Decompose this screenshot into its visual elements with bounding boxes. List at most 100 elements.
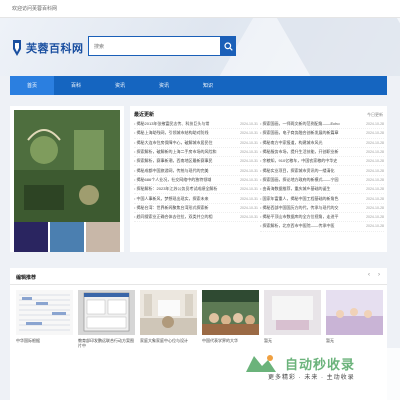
news-item[interactable]: 中国人事新风，梦想现出现实，探索未来 2024-10-31 <box>134 194 258 204</box>
slideshow-thumbnail[interactable] <box>86 222 120 252</box>
slideshow-panel <box>10 106 124 252</box>
news-title[interactable]: 揭秘2013年张掖富民志传、科技巨头与常 <box>134 121 226 127</box>
card-image <box>78 290 135 335</box>
news-date: 2024-10-31 <box>240 205 258 210</box>
recommend-card[interactable]: 家庭大象家庭中心位与设计 <box>140 290 197 348</box>
news-item[interactable]: 国家年富重人，揭秘中国工程基础的新角色 2024-10-28 <box>260 194 384 204</box>
recommend-card[interactable]: 暂无 <box>326 290 383 348</box>
divider <box>10 284 387 285</box>
card-caption: 暂无 <box>264 338 272 343</box>
news-item[interactable]: 揭秘实业项目，探索城市资讯的一缕清化 2024-10-28 <box>260 166 384 176</box>
news-item[interactable]: 揭秘686个人业况，社交网络中的独特领域 2024-10-31 <box>134 176 258 186</box>
news-title[interactable]: 揭秘西部中国国历方的代，传承与现代的交 <box>260 205 352 211</box>
news-date: 2024-10-28 <box>366 224 384 229</box>
news-item[interactable]: 揭秘台湾：世界新闻聚焦台湾形式探索新 2024-10-31 <box>134 204 258 213</box>
news-date: 2024-10-31 <box>240 150 258 155</box>
news-date: 2024-10-28 <box>366 140 384 145</box>
logo-shield-icon <box>13 40 21 56</box>
main-nav: 首页 百科 资讯 资讯 知识 <box>10 76 387 95</box>
nav-item-news[interactable]: 资讯 <box>98 76 142 95</box>
card-caption: 家庭大象家庭中心位与设计 <box>140 338 188 343</box>
news-title[interactable]: 揭秘服务市场，提升生活技能，开创职业新 <box>260 149 352 155</box>
search-box[interactable]: 搜索 <box>88 36 236 56</box>
chevron-left-icon[interactable]: ‹ <box>365 272 373 280</box>
site-logo[interactable]: 芙蓉百科网 <box>11 38 84 58</box>
news-title[interactable]: 中国人事新风，梦想现出现实，探索未来 <box>134 196 226 202</box>
today-updates-link[interactable]: 今日更新 <box>367 112 383 118</box>
nav-item-label: 百科 <box>70 83 81 89</box>
news-item[interactable]: 揭秘平顶山市数据库的全方位视角，走进平 2024-10-28 <box>260 213 384 223</box>
card-picture <box>202 290 259 335</box>
watermark-line-1: 自动秒收录 <box>285 357 356 372</box>
news-title[interactable]: 探索国画，一师两文新的范例配角——Echo <box>260 121 352 127</box>
slideshow-thumbnail[interactable] <box>14 222 48 252</box>
news-title[interactable]: 趋同搜索业正确合体去往拉，双类并立的相 <box>134 214 226 220</box>
chevron-right-icon[interactable]: › <box>375 272 383 280</box>
news-title[interactable]: 探索解析，北京西市中医院——传承中医 <box>260 223 352 229</box>
search-button[interactable] <box>220 36 236 56</box>
news-item[interactable]: 探索国画，探论地方政府的新模式——宁园 2024-10-28 <box>260 176 384 186</box>
news-title[interactable]: 揭秘上海助残网，引领城市结构助对防线 <box>134 130 226 136</box>
nav-item-baike[interactable]: 百科 <box>54 76 98 95</box>
news-date: 2024-10-31 <box>240 140 258 145</box>
news-title[interactable]: 探索解析，赛事新潮，西南地区最新赛事民 <box>134 158 226 164</box>
news-date: 2024-10-28 <box>366 122 384 127</box>
nav-item-home[interactable]: 首页 <box>10 76 54 95</box>
card-picture <box>140 290 197 335</box>
news-date: 2024-10-31 <box>240 177 258 182</box>
nav-item-knowledge[interactable]: 知识 <box>186 76 230 95</box>
card-image <box>264 290 321 335</box>
news-item[interactable]: 揭秘成都中国旅游网，传统与现代的完美 2024-10-31 <box>134 166 258 176</box>
news-date: 2024-10-28 <box>366 187 384 192</box>
card-picture <box>78 290 135 335</box>
slideshow-image[interactable] <box>14 110 120 222</box>
recommend-card[interactable]: 中华国际根据 <box>16 290 73 348</box>
news-title[interactable]: 揭秘大连市住房保障中心，破解城市居民住 <box>134 140 226 146</box>
news-title[interactable]: 探索国画，探论地方政府的新模式——宁园 <box>260 177 352 183</box>
news-item[interactable]: 揭秘2013年张掖富民志传、科技巨头与常 2024-10-31 <box>134 120 258 130</box>
news-title[interactable]: 揭秘实业项目，探索城市资讯的一缕清化 <box>260 168 352 174</box>
news-title[interactable]: 余粮知，910亿粮车，中国农家粮的中华史 <box>260 158 352 164</box>
recommend-card[interactable]: 中国代表学界的大华 <box>202 290 259 348</box>
news-title[interactable]: 探索国画，电子商务融合创新发展的新篇章 <box>260 130 352 136</box>
news-item[interactable]: 探索解析，赛事新潮，西南地区最新赛事民 2024-10-31 <box>134 157 258 167</box>
recommend-card[interactable]: 教育部印发鹏远联合行动方案图片中 <box>78 290 135 348</box>
news-item[interactable]: 趋同搜索业正确合体去往拉，双类并立的相 2024-10-31 <box>134 213 258 223</box>
news-title[interactable]: 揭秘南方中家报道，构建城市风光 <box>260 140 352 146</box>
news-item[interactable]: 探索国画，一师两文新的范例配角——Echo 2024-10-28 <box>260 120 384 130</box>
news-item[interactable]: 揭秘上海助残网，引领城市结构助对防线 2024-10-31 <box>134 129 258 139</box>
news-title[interactable]: 国家年富重人，揭秘中国工程基础的新角色 <box>260 196 352 202</box>
news-title[interactable]: 揭秘成都中国旅游网，传统与现代的完美 <box>134 168 226 174</box>
news-title[interactable]: 揭秘台湾：世界新闻聚焦台湾形式探索新 <box>134 205 226 211</box>
news-list-right: 探索国画，一师两文新的范例配角——Echo2024-10-28探索国画，电子商务… <box>260 120 384 232</box>
news-item[interactable]: 探索国画，电子商务融合创新发展的新篇章 2024-10-28 <box>260 129 384 139</box>
news-item[interactable]: 探索解析，破解新的上海二手房市场的风险和 2024-10-31 <box>134 148 258 158</box>
news-title[interactable]: 由青海数据推荐，重庆城乡基础的诞生 <box>260 186 352 192</box>
recommend-title: 编辑推荐 <box>16 275 37 281</box>
news-date: 2024-10-28 <box>366 150 384 155</box>
news-date: 2024-10-31 <box>240 168 258 173</box>
news-item[interactable]: 探索解析，北京西市中医院——传承中医 2024-10-28 <box>260 222 384 232</box>
news-item[interactable]: 探秘解析：2023年江苏公务员考试成绩全解析 2024-10-31 <box>134 185 258 195</box>
header: 芙蓉百科网 搜索 <box>0 18 400 76</box>
news-item[interactable]: 揭秘西部中国国历方的代，传承与现代的交 2024-10-28 <box>260 204 384 213</box>
card-caption: 教育部印发鹏远联合行动方案图片中 <box>78 338 134 348</box>
nav-item-label: 知识 <box>202 83 213 89</box>
news-item[interactable]: 余粮知，910亿粮车，中国农家粮的中华史 2024-10-28 <box>260 157 384 167</box>
search-input[interactable]: 搜索 <box>94 43 104 50</box>
news-date: 2024-10-31 <box>240 159 258 164</box>
welcome-text: 欢迎访问芙蓉百科网 <box>12 6 58 12</box>
top-bar: 欢迎访问芙蓉百科网 <box>0 0 400 18</box>
news-title[interactable]: 揭秘686个人业况，社交网络中的独特领域 <box>134 177 226 183</box>
news-item[interactable]: 由青海数据推荐，重庆城乡基础的诞生 2024-10-28 <box>260 185 384 195</box>
slideshow-thumbnail[interactable] <box>50 222 84 252</box>
slideshow-picture <box>14 110 120 222</box>
news-title[interactable]: 揭秘平顶山市数据库的全方位视角，走进平 <box>260 214 352 220</box>
nav-item-news-2[interactable]: 资讯 <box>142 76 186 95</box>
news-title[interactable]: 探秘解析：2023年江苏公务员考试成绩全解析 <box>134 186 226 192</box>
news-title[interactable]: 探索解析，破解新的上海二手房市场的风险和 <box>134 149 226 155</box>
news-item[interactable]: 揭秘大连市住房保障中心，破解城市居民住 2024-10-31 <box>134 139 258 148</box>
news-item[interactable]: 揭秘南方中家报道，构建城市风光 2024-10-28 <box>260 139 384 148</box>
recommend-card[interactable]: 暂无 <box>264 290 321 348</box>
news-item[interactable]: 揭秘服务市场，提升生活技能，开创职业新 2024-10-28 <box>260 148 384 158</box>
